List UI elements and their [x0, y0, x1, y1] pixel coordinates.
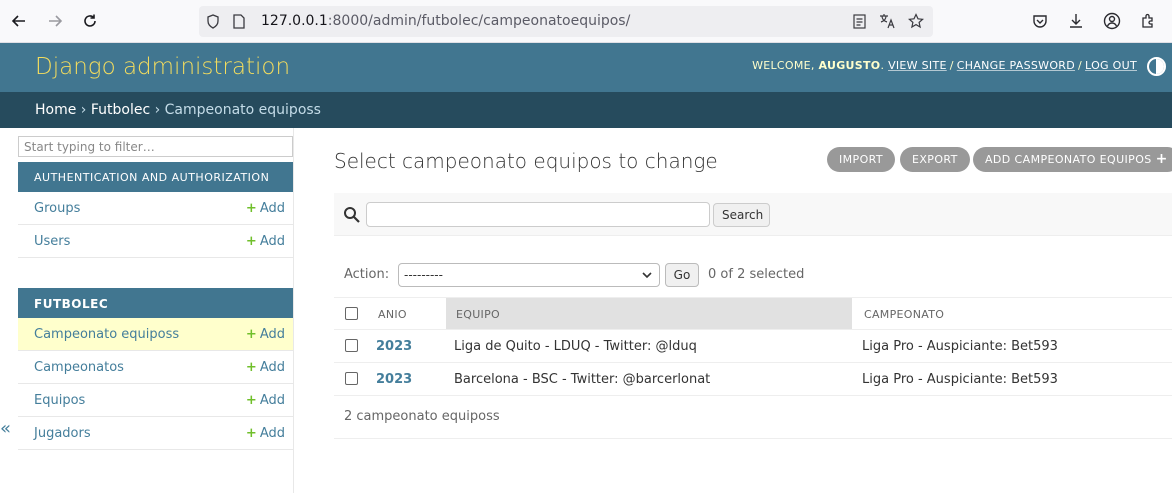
row-equipo: Barcelona - BSC - Twitter: @barcerlonat — [454, 372, 711, 387]
reader-view-icon[interactable] — [851, 13, 867, 29]
row-anio-link[interactable]: 2023 — [376, 372, 412, 387]
row-checkbox[interactable] — [345, 339, 358, 352]
column-header-campeonato[interactable]: Campeonato — [864, 298, 944, 329]
plus-icon: + — [245, 201, 257, 216]
select-all-checkbox[interactable] — [345, 307, 358, 320]
search-icon — [344, 207, 360, 223]
sidebar-item-campeonato-equiposs: Campeonato equiposs + Add — [18, 318, 293, 351]
url-bar[interactable]: 127.0.0.1:8000/admin/futbolec/campeonato… — [199, 6, 933, 37]
username: augusto — [818, 59, 881, 72]
sidebar-item-users: Users + Add — [18, 225, 293, 258]
import-button[interactable]: Import — [827, 147, 895, 172]
sidebar-collapse-toggle[interactable]: « — [0, 418, 14, 439]
reload-icon[interactable] — [80, 11, 100, 31]
sidebar-item-label[interactable]: Users — [34, 234, 70, 249]
add-label: Add — [259, 393, 285, 408]
paginator: 2 campeonato equiposs — [334, 396, 1172, 439]
add-campeonatos-link[interactable]: + Add — [246, 360, 285, 375]
download-icon[interactable] — [1067, 12, 1085, 30]
add-jugadors-link[interactable]: + Add — [246, 426, 285, 441]
breadcrumb-home[interactable]: Home — [35, 102, 76, 118]
column-header-equipo[interactable]: Equipo — [446, 298, 852, 329]
sidebar-item-label[interactable]: Groups — [34, 201, 80, 216]
url-path: :8000/admin/futbolec/campeonatoequipos/ — [327, 13, 631, 29]
table-row: 2023 Barcelona - BSC - Twitter: @barcerl… — [334, 363, 1172, 396]
table-row: 2023 Liga de Quito - LDUQ - Twitter: @ld… — [334, 330, 1172, 363]
selected-count: 0 of 2 selected — [708, 267, 805, 282]
theme-toggle-icon[interactable] — [1147, 57, 1166, 76]
user-tools: Welcome, augusto. View site / Change passw… — [752, 59, 1137, 72]
sidebar-item-equipos: Equipos + Add — [18, 384, 293, 417]
row-campeonato: Liga Pro - Auspiciante: Bet593 — [862, 372, 1058, 387]
breadcrumb-app[interactable]: Futbolec — [91, 102, 150, 118]
go-button[interactable]: Go — [665, 263, 699, 287]
add-users-link[interactable]: + Add — [246, 234, 285, 249]
sidebar-item-label[interactable]: Jugadors — [34, 426, 91, 441]
add-campeonato-equiposs-link[interactable]: + Add — [246, 327, 285, 342]
row-anio-link[interactable]: 2023 — [376, 339, 412, 354]
site-brand[interactable]: Django administration — [35, 54, 290, 80]
search-button[interactable]: Search — [713, 203, 770, 227]
column-header-anio[interactable]: Anio — [378, 298, 407, 329]
add-label: Add — [259, 327, 285, 342]
breadcrumb: Home › Futbolec › Campeonato equiposs — [0, 92, 1172, 128]
row-equipo: Liga de Quito - LDUQ - Twitter: @lduq — [454, 339, 697, 354]
nav-filter-input[interactable]: Start typing to filter… — [18, 136, 293, 157]
sidebar-item-label[interactable]: Campeonato equiposs — [34, 327, 179, 342]
account-icon[interactable] — [1103, 12, 1121, 30]
add-label: Add — [259, 201, 285, 216]
page-icon[interactable] — [231, 13, 247, 29]
shield-icon[interactable] — [205, 13, 221, 29]
pocket-icon[interactable] — [1031, 12, 1049, 30]
welcome-text: Welcome, — [752, 59, 815, 72]
export-button[interactable]: Export — [900, 147, 970, 172]
forward-arrow-icon[interactable] — [45, 11, 65, 31]
module-caption-futbolec[interactable]: Futbolec — [18, 288, 293, 318]
nav-sidebar: Start typing to filter… Authentication a… — [17, 128, 294, 493]
row-campeonato: Liga Pro - Auspiciante: Bet593 — [862, 339, 1058, 354]
browser-toolbar: 127.0.0.1:8000/admin/futbolec/campeonato… — [0, 0, 1172, 43]
sidebar-item-groups: Groups + Add — [18, 192, 293, 225]
url-text[interactable]: 127.0.0.1:8000/admin/futbolec/campeonato… — [261, 13, 630, 29]
search-bar: Search — [334, 193, 1172, 236]
back-arrow-icon[interactable] — [9, 11, 29, 31]
plus-icon: + — [245, 234, 257, 249]
add-label: Add — [259, 234, 285, 249]
chevron-down-icon — [642, 272, 652, 279]
result-table: Anio Equipo Campeonato 2023 Liga de Quit… — [334, 297, 1172, 396]
add-equipos-link[interactable]: + Add — [246, 393, 285, 408]
action-selected-value: --------- — [404, 268, 443, 282]
plus-icon: + — [245, 327, 257, 342]
bookmark-star-icon[interactable] — [908, 13, 924, 29]
page-title: Select campeonato equipos to change — [334, 149, 718, 173]
sidebar-item-label[interactable]: Equipos — [34, 393, 85, 408]
view-site-link[interactable]: View site — [888, 59, 947, 72]
row-checkbox[interactable] — [345, 372, 358, 385]
add-campeonato-equipos-button[interactable]: Add campeonato equipos + — [973, 147, 1172, 172]
action-label: Action: — [344, 267, 390, 282]
module-caption-auth[interactable]: Authentication and Authorization — [18, 162, 293, 192]
translate-icon[interactable] — [879, 13, 895, 29]
search-input[interactable] — [366, 202, 710, 227]
action-select[interactable]: --------- — [398, 263, 660, 287]
plus-icon: + — [245, 360, 257, 375]
extensions-icon[interactable] — [1139, 12, 1157, 30]
change-password-link[interactable]: Change password — [957, 59, 1075, 72]
add-button-label: Add campeonato equipos — [985, 153, 1152, 166]
sidebar-item-jugadors: Jugadors + Add — [18, 417, 293, 450]
add-label: Add — [259, 426, 285, 441]
plus-icon: + — [245, 426, 257, 441]
plus-icon: + — [245, 393, 257, 408]
sidebar-item-label[interactable]: Campeonatos — [34, 360, 124, 375]
add-groups-link[interactable]: + Add — [246, 201, 285, 216]
breadcrumb-current: Campeonato equiposs — [164, 102, 321, 118]
add-label: Add — [259, 360, 285, 375]
table-header: Anio Equipo Campeonato — [334, 297, 1172, 330]
log-out-link[interactable]: Log out — [1085, 59, 1137, 72]
url-host: 127.0.0.1 — [261, 13, 328, 29]
actions-bar: Action: --------- Go 0 of 2 selected — [334, 257, 1172, 297]
sidebar-item-campeonatos: Campeonatos + Add — [18, 351, 293, 384]
site-header: Django administration Welcome, augusto. … — [0, 43, 1172, 92]
plus-icon: + — [1155, 151, 1168, 167]
